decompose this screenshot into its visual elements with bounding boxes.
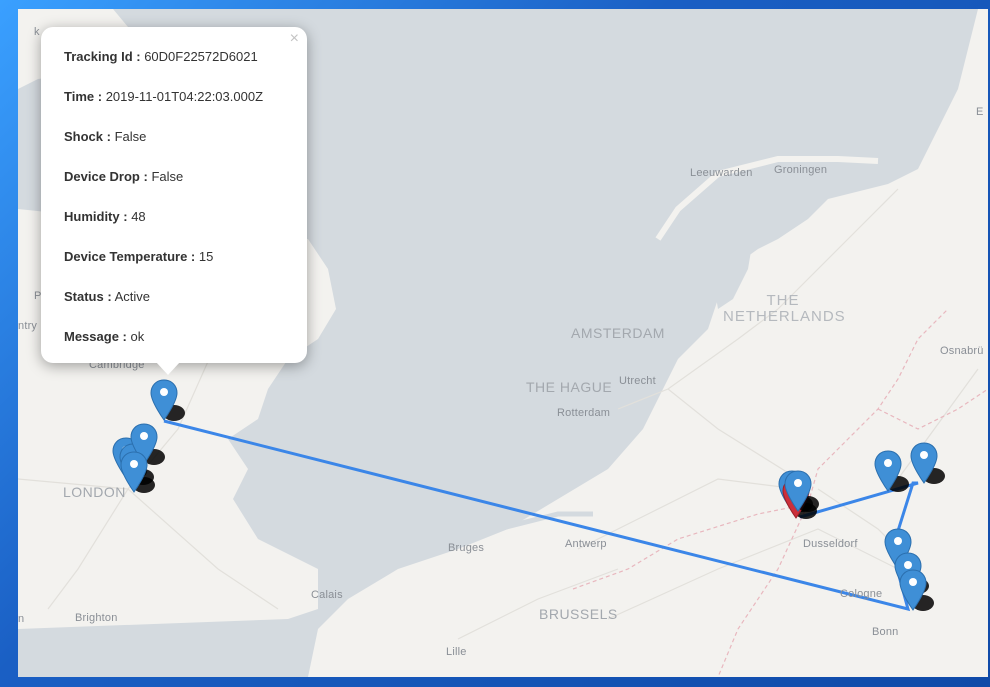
map-marker[interactable] [899, 569, 934, 611]
map-label-groningen: Groningen [774, 164, 828, 176]
popup-label: Message : [64, 329, 127, 344]
popup-row-tracking-id: Tracking Id : 60D0F22572D6021 [64, 49, 258, 64]
popup-value: Active [114, 289, 150, 304]
close-icon[interactable]: × [290, 31, 299, 47]
popup-tip [156, 362, 180, 375]
country-line-1: THE [766, 292, 800, 309]
map-label-edge: n [18, 613, 25, 625]
map-pin-icon [910, 442, 945, 484]
map-label-bonn: Bonn [872, 626, 899, 638]
popup-label: Tracking Id : [64, 49, 141, 64]
popup-row-shock: Shock : False [64, 129, 146, 144]
popup-value: False [151, 169, 184, 184]
map-label-leeuwarden: Leeuwarden [690, 167, 753, 179]
popup-row-device-temperature: Device Temperature : 15 [64, 249, 213, 264]
map-label-edge: ntry [18, 320, 38, 332]
popup-row-humidity: Humidity : 48 [64, 209, 146, 224]
map-label-amsterdam: AMSTERDAM [571, 325, 665, 341]
popup-value: ok [130, 329, 145, 344]
popup-value: False [114, 129, 147, 144]
popup-row-device-drop: Device Drop : False [64, 169, 183, 184]
popup-label: Time : [64, 89, 103, 104]
map-pin-icon [150, 379, 185, 421]
map-label-london: LONDON [63, 484, 126, 500]
map-label-bruges: Bruges [448, 542, 485, 554]
map-marker[interactable] [784, 470, 819, 512]
map-label-rotterdam: Rotterdam [557, 407, 611, 419]
map-label-cologne: Cologne [840, 588, 883, 600]
popup-label: Device Drop : [64, 169, 148, 184]
map-pin-icon [874, 450, 909, 492]
popup-value: 60D0F22572D6021 [144, 49, 258, 64]
map-label-dusseldorf: Dusseldorf [803, 538, 858, 550]
popup-label: Shock : [64, 129, 111, 144]
popup-label: Device Temperature : [64, 249, 196, 264]
map-label-osnabruck: Osnabrü [940, 345, 984, 357]
popup-label: Humidity : [64, 209, 128, 224]
country-line-2: NETHERLANDS [723, 308, 846, 325]
map-label-edge: k [34, 26, 40, 38]
map-label-the-hague: THE HAGUE [526, 379, 613, 395]
map-marker[interactable] [150, 379, 185, 421]
map-label-utrecht: Utrecht [619, 375, 656, 387]
map-pin-icon [784, 470, 819, 512]
map-label-edge: E [976, 106, 984, 118]
map-label-country: THE NETHERLANDS [723, 292, 846, 325]
map-marker[interactable] [874, 450, 909, 492]
map-pin-icon [899, 569, 934, 611]
popup-row-status: Status : Active [64, 289, 150, 304]
map-label-brussels: BRUSSELS [539, 606, 618, 622]
map-label-antwerp: Antwerp [565, 538, 607, 550]
tracking-popup: × Tracking Id : 60D0F22572D6021 Time : 2… [41, 27, 307, 375]
popup-value: 15 [198, 249, 214, 264]
popup-row-time: Time : 2019-11-01T04:22:03.000Z [64, 89, 263, 104]
map-label-calais: Calais [311, 589, 343, 601]
map-marker[interactable] [120, 451, 155, 493]
map-label-lille: Lille [446, 646, 467, 658]
popup-row-message: Message : ok [64, 329, 144, 344]
popup-label: Status : [64, 289, 112, 304]
popup-value: 48 [131, 209, 146, 224]
map-pin-icon [120, 451, 155, 493]
popup-value: 2019-11-01T04:22:03.000Z [105, 89, 264, 104]
map-marker[interactable] [910, 442, 945, 484]
map-label-brighton: Brighton [75, 612, 118, 624]
